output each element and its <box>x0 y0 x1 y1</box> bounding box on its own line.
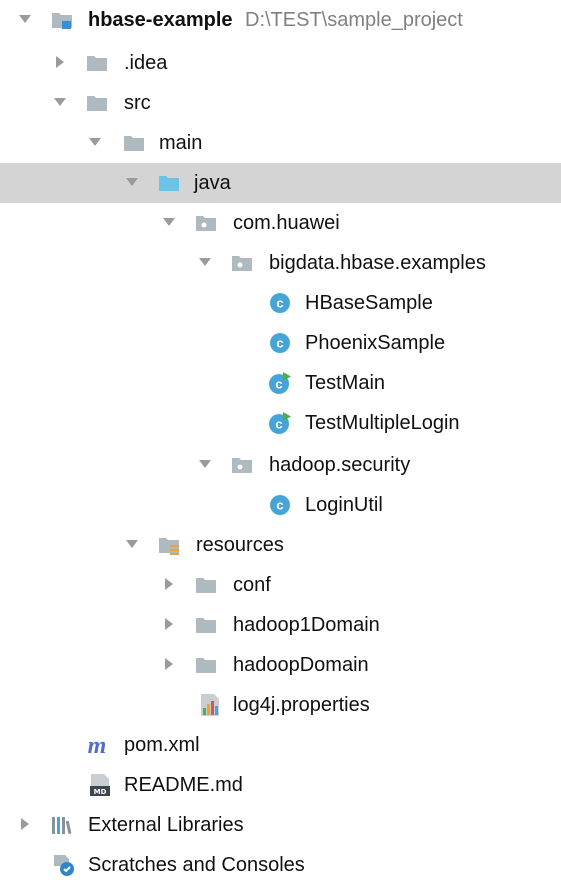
tree-row-bigdata-hbase-examples[interactable]: bigdata.hbase.examples <box>0 243 561 283</box>
svg-text:MD: MD <box>94 788 107 796</box>
folder-icon <box>122 131 146 155</box>
tree-item-label: Scratches and Consoles <box>88 854 305 876</box>
chevron-right-icon[interactable] <box>162 577 176 591</box>
project-path: D:\TEST\sample_project <box>245 9 463 31</box>
tree-item-label: conf <box>233 574 271 596</box>
project-tree: hbase-example D:\TEST\sample_project .id… <box>0 0 561 888</box>
chevron-down-icon[interactable] <box>18 12 32 26</box>
tree-item-label: main <box>159 132 203 154</box>
tree-item-label: LoginUtil <box>305 494 383 516</box>
tree-item-label: External Libraries <box>88 814 244 836</box>
package-icon <box>194 211 218 235</box>
module-folder-icon <box>50 8 74 32</box>
svg-text:c: c <box>276 336 283 351</box>
tree-row-external-libraries[interactable]: External Libraries <box>0 805 561 845</box>
tree-row-hadoop-security[interactable]: hadoop.security <box>0 445 561 485</box>
java-class-icon: c <box>268 493 292 517</box>
chevron-right-icon[interactable] <box>18 817 32 831</box>
tree-row-scratches-and-consoles[interactable]: Scratches and Consoles <box>0 845 561 885</box>
properties-file-icon <box>198 693 222 717</box>
svg-text:c: c <box>275 377 282 392</box>
tree-item-label: PhoenixSample <box>305 332 446 354</box>
maven-icon: m <box>85 733 109 757</box>
tree-item-label: log4j.properties <box>233 694 370 716</box>
tree-row-src[interactable]: src <box>0 83 561 123</box>
chevron-down-icon[interactable] <box>198 255 212 269</box>
tree-row-log4j-properties[interactable]: log4j.properties <box>0 685 561 725</box>
chevron-down-icon[interactable] <box>125 537 139 551</box>
tree-item-label: hbase-example <box>88 9 233 31</box>
tree-item-label: hadoop.security <box>269 454 411 476</box>
tree-row-hadoopdomain[interactable]: hadoopDomain <box>0 645 561 685</box>
tree-row-loginutil[interactable]: c LoginUtil <box>0 485 561 525</box>
chevron-down-icon[interactable] <box>162 215 176 229</box>
runnable-class-icon: c <box>268 371 292 395</box>
tree-row-testmultiplelogin[interactable]: c TestMultipleLogin <box>0 403 561 443</box>
resources-folder-icon <box>157 533 181 557</box>
svg-text:c: c <box>276 296 283 311</box>
chevron-right-icon[interactable] <box>53 55 67 69</box>
chevron-right-icon[interactable] <box>162 657 176 671</box>
chevron-right-icon[interactable] <box>162 617 176 631</box>
tree-item-label: TestMultipleLogin <box>305 412 460 434</box>
tree-item-label: hadoopDomain <box>233 654 369 676</box>
runnable-class-icon: c <box>268 411 292 435</box>
tree-row-testmain[interactable]: c TestMain <box>0 363 561 403</box>
tree-row-hbase-example[interactable]: hbase-example D:\TEST\sample_project <box>0 0 561 40</box>
tree-row-readme-md[interactable]: MD README.md <box>0 765 561 805</box>
svg-text:c: c <box>275 417 282 432</box>
tree-item-label: bigdata.hbase.examples <box>269 252 486 274</box>
chevron-down-icon[interactable] <box>88 135 102 149</box>
package-icon <box>230 453 254 477</box>
tree-row-idea[interactable]: .idea <box>0 43 561 83</box>
source-root-folder-icon <box>157 171 181 195</box>
tree-item-label: TestMain <box>305 372 386 394</box>
scratches-icon <box>52 853 76 877</box>
tree-row-conf[interactable]: conf <box>0 565 561 605</box>
java-class-icon: c <box>268 331 292 355</box>
folder-icon <box>85 51 109 75</box>
package-icon <box>230 251 254 275</box>
tree-item-label: HBaseSample <box>305 292 433 314</box>
chevron-down-icon[interactable] <box>198 457 212 471</box>
tree-row-main[interactable]: main <box>0 123 561 163</box>
svg-text:m: m <box>88 733 107 757</box>
tree-item-label: com.huawei <box>233 212 340 234</box>
tree-row-hbasesample[interactable]: c HBaseSample <box>0 283 561 323</box>
folder-icon <box>85 91 109 115</box>
tree-row-java[interactable]: java <box>0 163 561 203</box>
folder-icon <box>194 573 218 597</box>
libraries-icon <box>50 813 74 837</box>
markdown-file-icon: MD <box>88 773 112 797</box>
tree-item-label: resources <box>196 534 284 556</box>
tree-row-resources[interactable]: resources <box>0 525 561 565</box>
tree-row-hadoop1domain[interactable]: hadoop1Domain <box>0 605 561 645</box>
tree-item-label: .idea <box>124 52 168 74</box>
tree-row-phoenixsample[interactable]: c PhoenixSample <box>0 323 561 363</box>
tree-item-label: java <box>194 172 231 194</box>
chevron-down-icon[interactable] <box>53 95 67 109</box>
tree-row-com-huawei[interactable]: com.huawei <box>0 203 561 243</box>
tree-item-label: pom.xml <box>124 734 200 756</box>
tree-row-pom-xml[interactable]: m pom.xml <box>0 725 561 765</box>
folder-icon <box>194 653 218 677</box>
svg-text:c: c <box>276 498 283 513</box>
chevron-down-icon[interactable] <box>125 175 139 189</box>
tree-item-label: src <box>124 92 151 114</box>
java-class-icon: c <box>268 291 292 315</box>
folder-icon <box>194 613 218 637</box>
tree-item-label: README.md <box>124 774 243 796</box>
tree-item-label: hadoop1Domain <box>233 614 380 636</box>
